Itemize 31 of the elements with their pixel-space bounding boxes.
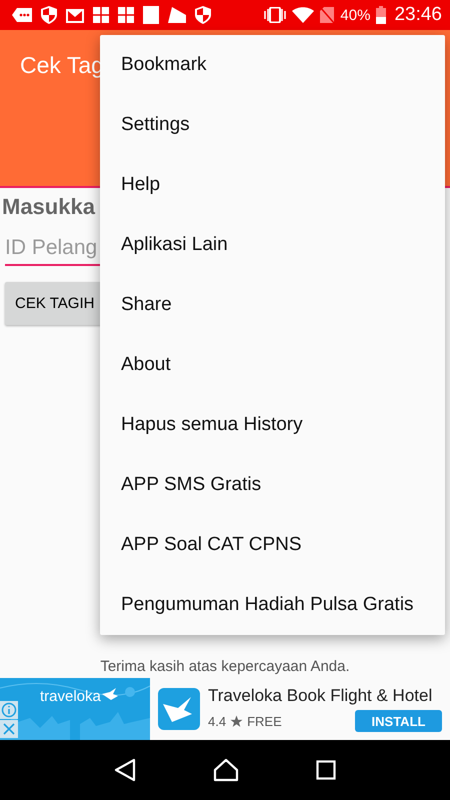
form-heading: Masukka [2, 194, 95, 220]
star-icon [230, 714, 244, 728]
menu-item[interactable]: About [100, 335, 445, 395]
square-icon [143, 6, 159, 24]
menu-item[interactable]: Pengumuman Hadiah Pulsa Gratis [100, 575, 445, 635]
clock: 23:46 [394, 4, 442, 26]
battery-icon [376, 6, 386, 24]
menu-item[interactable]: Help [100, 155, 445, 215]
chat-icon [12, 8, 32, 22]
no-sim-icon [320, 7, 334, 23]
shield-icon [195, 6, 211, 24]
menu-item[interactable]: APP SMS Gratis [100, 455, 445, 515]
app-icon [158, 688, 200, 730]
recents-icon[interactable] [316, 760, 336, 780]
footer-text: Terima kasih atas kepercayaan Anda. [100, 658, 350, 675]
menu-item[interactable]: APP Soal CAT CPNS [100, 515, 445, 575]
menu-item[interactable]: Hapus semua History [100, 395, 445, 455]
menu-item[interactable]: Bookmark [100, 35, 445, 95]
bird-icon [102, 688, 118, 700]
brand-text: traveloka [40, 688, 101, 705]
ad-title: Traveloka Book Flight & Hotel [208, 686, 434, 706]
shield-icon [41, 6, 57, 24]
battery-percent: 40% [340, 6, 370, 24]
vibrate-icon [264, 7, 286, 23]
home-icon[interactable] [212, 758, 239, 782]
back-icon[interactable] [114, 758, 136, 782]
menu-item[interactable]: Settings [100, 95, 445, 155]
wifi-icon [292, 7, 314, 23]
rating-text: 4.4 [208, 714, 226, 728]
price-text: FREE [247, 714, 282, 728]
mail-icon [66, 7, 84, 23]
